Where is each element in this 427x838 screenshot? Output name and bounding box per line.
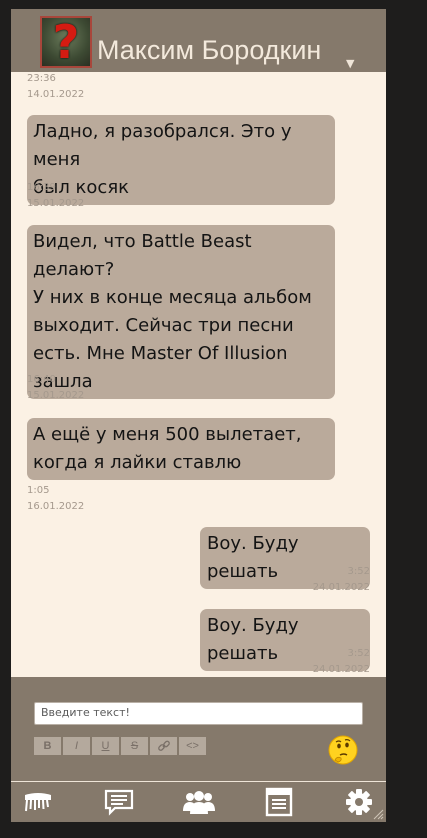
- message-line: У них в конце месяца альбом: [33, 287, 312, 308]
- message-line: когда я лайки ставлю: [33, 452, 242, 473]
- message-line: Видел, что Battle Beast делают?: [33, 231, 252, 280]
- message-date: 16.01.2022: [27, 500, 85, 512]
- contact-name[interactable]: Максим Бородкин: [97, 35, 321, 66]
- message-time: 16:40: [27, 374, 56, 385]
- avatar[interactable]: ?: [40, 16, 92, 68]
- nav-friends[interactable]: [182, 787, 216, 817]
- comb-icon: [25, 793, 51, 812]
- chevron-down-icon[interactable]: ▼: [346, 57, 354, 70]
- message-line: есть. Мне Master Of Illusion: [33, 343, 288, 364]
- nav-messages[interactable]: [102, 787, 136, 817]
- message-time: 23:36: [27, 73, 56, 84]
- message-meta: 16:39 15.01.2022: [27, 180, 84, 211]
- message-meta: 3:52 24.01.2022: [270, 564, 370, 595]
- message-bubble-incoming[interactable]: А ещё у меня 500 вылетает, когда я лайки…: [27, 418, 335, 480]
- message-date: 24.01.2022: [312, 581, 370, 593]
- message-meta: 3:52 24.01.2022: [270, 646, 370, 677]
- message-date: 15.01.2022: [27, 197, 85, 209]
- message-time: 1:05: [27, 485, 50, 496]
- messages-icon: [104, 789, 134, 816]
- underline-button[interactable]: U: [92, 737, 119, 755]
- messenger-window: ? Максим Бородкин ▼ 23:36 14.01.2022 Лад…: [11, 9, 386, 822]
- message-date: 15.01.2022: [27, 389, 85, 401]
- italic-button[interactable]: I: [63, 737, 90, 755]
- settings-icon: [346, 789, 372, 815]
- message-composer: Введите текст! B I U S <>: [11, 677, 386, 781]
- message-meta: 23:36 14.01.2022: [27, 72, 84, 102]
- window-icon: [265, 787, 293, 817]
- link-icon: [157, 740, 170, 751]
- message-line: Ладно, я разобрался. Это у меня: [33, 121, 292, 170]
- code-button[interactable]: <>: [179, 737, 206, 755]
- message-date: 24.01.2022: [312, 663, 370, 675]
- message-time: 3:52: [347, 648, 370, 659]
- message-meta: 1:05 16.01.2022: [27, 483, 84, 514]
- nav-settings[interactable]: [342, 787, 376, 817]
- nav-window[interactable]: [262, 787, 296, 817]
- bold-button[interactable]: B: [34, 737, 61, 755]
- thinking-face-icon[interactable]: [327, 734, 359, 766]
- message-date: 14.01.2022: [27, 88, 85, 100]
- chat-header: ? Максим Бородкин ▼: [11, 9, 386, 72]
- nav-comb[interactable]: [21, 787, 55, 817]
- resize-grip-icon[interactable]: [372, 808, 384, 820]
- message-line: выходит. Сейчас три песни: [33, 315, 294, 336]
- bottom-navigation: [11, 781, 386, 822]
- message-meta: 16:40 15.01.2022: [27, 372, 84, 403]
- avatar-placeholder-icon: ?: [52, 15, 80, 69]
- message-input[interactable]: Введите текст!: [34, 702, 363, 725]
- message-list[interactable]: 23:36 14.01.2022 Ладно, я разобрался. Эт…: [11, 72, 386, 677]
- message-time: 16:39: [27, 182, 56, 193]
- message-time: 3:52: [347, 566, 370, 577]
- link-button[interactable]: [150, 737, 177, 755]
- message-line: А ещё у меня 500 вылетает,: [33, 424, 302, 445]
- strikethrough-button[interactable]: S: [121, 737, 148, 755]
- friends-icon: [183, 791, 215, 814]
